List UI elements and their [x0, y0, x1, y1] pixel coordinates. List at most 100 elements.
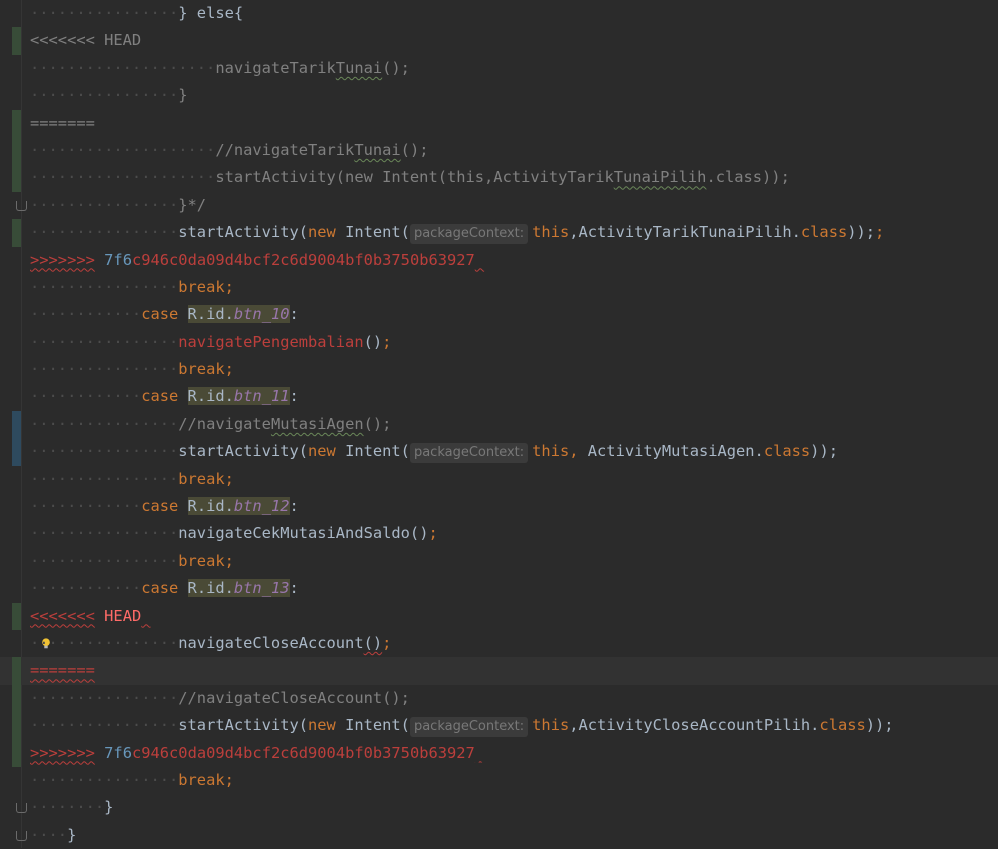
code-text: =======: [30, 657, 95, 684]
indent-whitespace: ········: [30, 798, 105, 817]
change-marker[interactable]: [12, 410, 21, 439]
code-line[interactable]: ················navigateCekMutasiAndSald…: [0, 520, 998, 547]
code-line[interactable]: =======: [0, 109, 998, 137]
indent-whitespace: ················: [30, 442, 179, 461]
code-token: :: [289, 387, 299, 406]
code-line[interactable]: <<<<<<< HEAD: [0, 27, 998, 55]
code-line[interactable]: ················//navigateCloseAccount()…: [0, 684, 998, 713]
code-line[interactable]: ················startActivity(new Intent…: [0, 438, 998, 466]
code-token: c946c0da09d4bcf2c6d9004bf0b3750b63927: [131, 250, 475, 269]
code-token: Intent(: [345, 716, 410, 735]
code-text: ················break;: [30, 356, 234, 383]
change-marker[interactable]: [12, 739, 21, 767]
code-text: ····················navigateTarikTunai()…: [30, 55, 410, 82]
indent-whitespace: ············: [30, 387, 142, 406]
code-text: ············case R.id.btn_10:: [30, 301, 299, 328]
code-token: Intent(: [345, 223, 410, 242]
indent-whitespace: ····················: [30, 140, 216, 159]
code-line[interactable]: ················}: [0, 82, 998, 109]
code-token: R.id.: [187, 387, 234, 406]
code-text: <<<<<<< HEAD: [30, 603, 151, 630]
code-line[interactable]: ····················//navigateTarikTunai…: [0, 136, 998, 165]
code-token: =======: [30, 661, 95, 680]
change-marker[interactable]: [12, 438, 21, 466]
code-line[interactable]: ············case R.id.btn_13:: [0, 575, 998, 602]
change-marker[interactable]: [12, 27, 21, 55]
code-token: case: [141, 497, 188, 516]
indent-whitespace: ················: [30, 223, 179, 242]
fold-marker-icon[interactable]: [16, 200, 27, 211]
code-line[interactable]: ················navigatePengembalian();: [0, 329, 998, 356]
code-token: ));: [847, 223, 876, 242]
change-marker[interactable]: [12, 602, 21, 630]
indent-whitespace: ················: [30, 332, 179, 351]
code-token: TunaiPilih: [613, 168, 707, 187]
change-marker[interactable]: [12, 712, 21, 740]
code-line[interactable]: ················break;: [0, 767, 998, 794]
code-line[interactable]: <<<<<<< HEAD: [0, 602, 998, 630]
indent-whitespace: ················: [30, 86, 179, 105]
change-marker[interactable]: [12, 164, 21, 192]
code-token: ActivityMutasiAgen.: [587, 442, 764, 461]
change-marker[interactable]: [12, 219, 21, 247]
code-token: this: [532, 716, 570, 735]
code-token: //navigateCloseAccount();: [178, 688, 410, 707]
code-line[interactable]: ················break;: [0, 548, 998, 575]
code-line[interactable]: ················}*/: [0, 192, 998, 219]
code-token: }: [178, 86, 188, 105]
code-token: //navigate: [178, 414, 271, 433]
code-token: }: [104, 798, 114, 817]
code-line[interactable]: ················//navigateMutasiAgen();: [0, 410, 998, 439]
code-text: ············case R.id.btn_12:: [30, 493, 299, 520]
change-marker[interactable]: [12, 684, 21, 713]
code-editor[interactable]: ················} else{<<<<<<< HEAD ·····…: [0, 0, 998, 849]
code-token: ,ActivityTarikTunaiPilih.: [569, 223, 801, 242]
code-line[interactable]: ············case R.id.btn_12:: [0, 493, 998, 520]
indent-whitespace: ············: [30, 497, 142, 516]
code-line[interactable]: ············case R.id.btn_10:: [0, 301, 998, 328]
code-line[interactable]: ············case R.id.btn_11:: [0, 383, 998, 410]
change-marker[interactable]: [12, 136, 21, 165]
indent-whitespace: ················: [30, 633, 179, 652]
code-token: //navigateTarik: [215, 140, 355, 159]
code-token: R.id.: [187, 579, 234, 598]
code-token: <<<<<<< HEAD: [30, 31, 142, 50]
code-token: new: [308, 442, 346, 461]
fold-marker-icon[interactable]: [16, 803, 27, 814]
code-token: >>>>>>>: [30, 743, 95, 762]
code-line[interactable]: >>>>>>> 7f6c946c0da09d4bcf2c6d9004bf0b37…: [0, 739, 998, 767]
code-text: ················break;: [30, 548, 234, 575]
code-line[interactable]: ················startActivity(new Intent…: [0, 712, 998, 740]
indent-whitespace: ················: [30, 688, 179, 707]
code-line[interactable]: ········}: [0, 794, 998, 821]
code-line[interactable]: ····················navigateTarikTunai()…: [0, 55, 998, 82]
code-line[interactable]: ················break;: [0, 356, 998, 383]
code-token: new: [308, 223, 346, 242]
code-token: this: [532, 223, 570, 242]
code-token: .class));: [706, 168, 790, 187]
parameter-hint: packageContext:: [409, 443, 529, 464]
code-line[interactable]: ················break;: [0, 274, 998, 301]
code-line[interactable]: ················startActivity(new Intent…: [0, 219, 998, 247]
code-token: class: [819, 716, 866, 735]
code-token: startActivity(: [178, 716, 308, 735]
indent-whitespace: ················: [30, 551, 179, 570]
code-line[interactable]: ················} else{: [0, 0, 998, 27]
code-line[interactable]: ····················startActivity(new In…: [0, 164, 998, 192]
change-marker[interactable]: [12, 109, 21, 137]
code-line[interactable]: >>>>>>> 7f6c946c0da09d4bcf2c6d9004bf0b37…: [0, 247, 998, 274]
code-text: ················startActivity(new Intent…: [30, 219, 884, 246]
code-line[interactable]: ················break;: [0, 466, 998, 493]
fold-marker-icon[interactable]: [16, 830, 27, 841]
code-text: <<<<<<< HEAD: [30, 27, 141, 54]
code-token: case: [141, 387, 188, 406]
code-line[interactable]: =======: [0, 657, 998, 685]
code-text: ····················startActivity(new In…: [30, 164, 790, 191]
code-text: >>>>>>> 7f6c946c0da09d4bcf2c6d9004bf0b37…: [30, 740, 484, 767]
code-line[interactable]: ················navigateCloseAccount();: [0, 630, 998, 657]
code-line[interactable]: ····}: [0, 822, 998, 849]
change-marker[interactable]: [12, 657, 21, 685]
